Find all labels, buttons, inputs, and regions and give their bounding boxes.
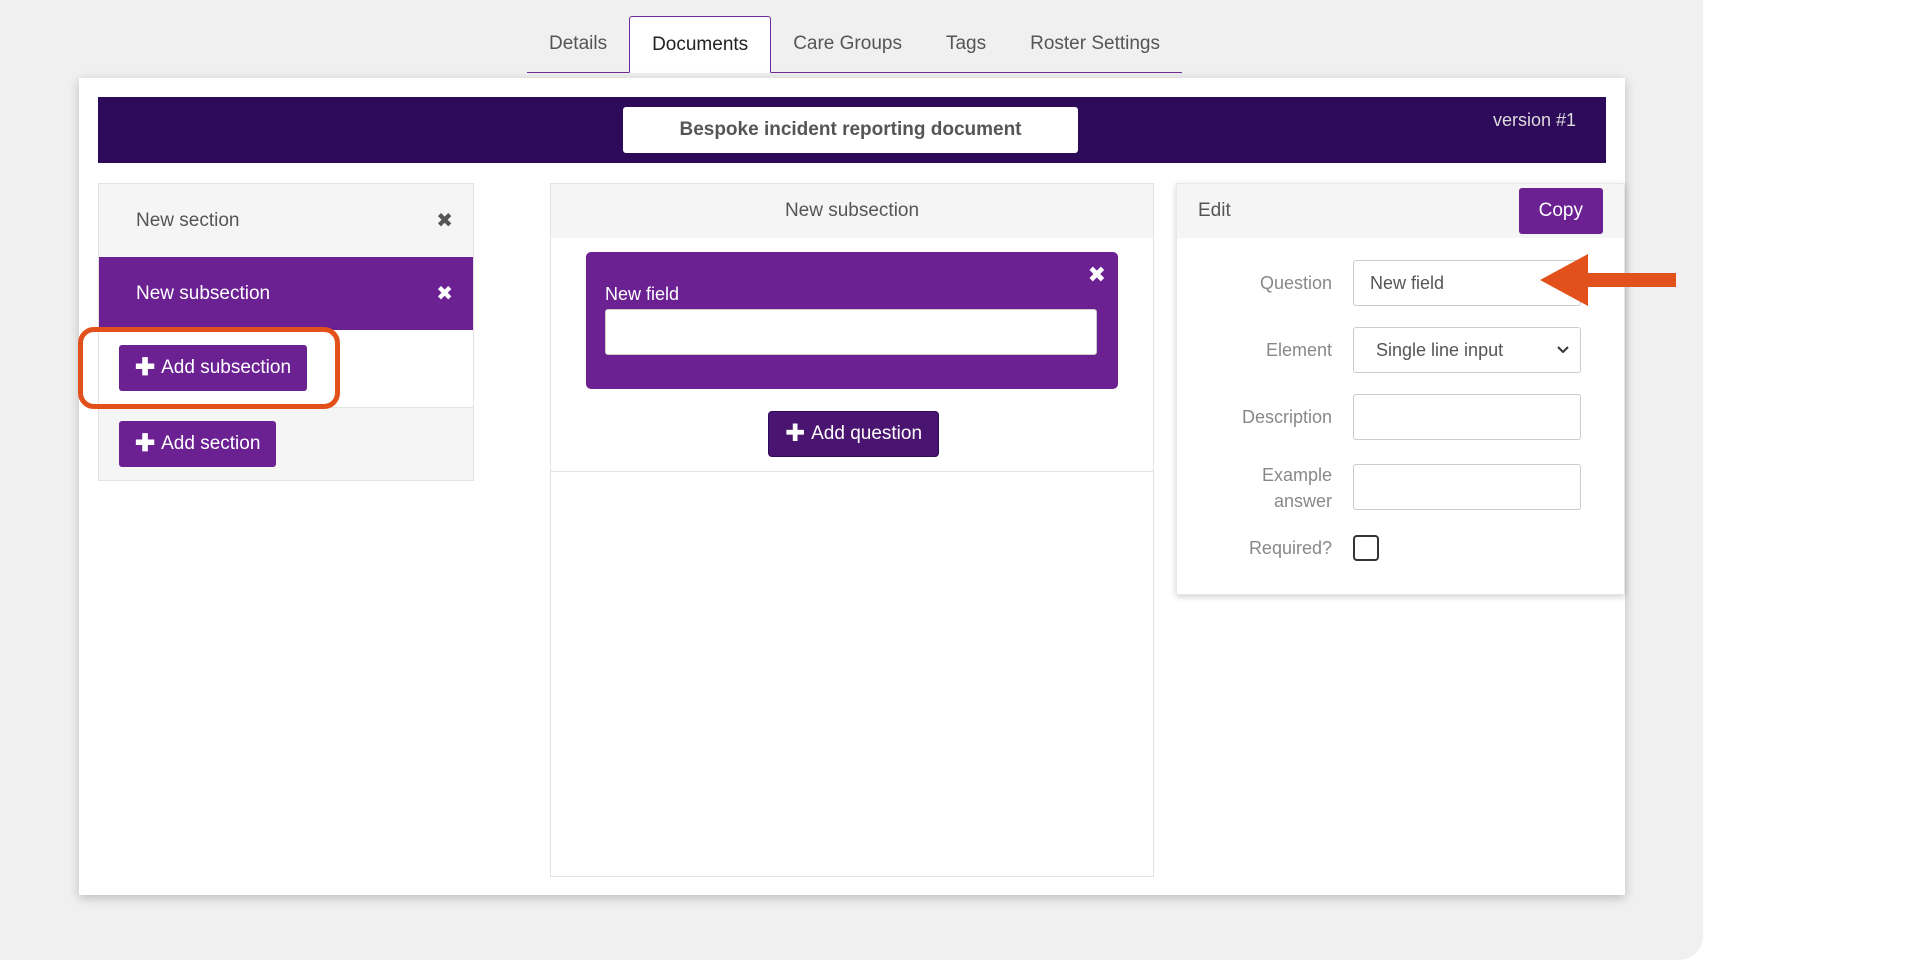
screenshot-background: Details Documents Care Groups Tags Roste…	[0, 0, 1703, 960]
example-answer-input[interactable]	[1353, 464, 1581, 510]
element-select[interactable]: Single line input	[1353, 327, 1581, 373]
element-select-value: Single line input	[1376, 340, 1504, 360]
description-input[interactable]	[1353, 394, 1581, 440]
tab-care-groups[interactable]: Care Groups	[771, 16, 924, 72]
edit-title: Edit	[1198, 200, 1231, 221]
add-section-row: ✚ Add section	[99, 408, 473, 480]
tab-details[interactable]: Details	[527, 16, 629, 72]
remove-section-icon[interactable]: ✖	[436, 208, 453, 233]
element-label: Element	[1265, 340, 1332, 360]
tab-documents[interactable]: Documents	[629, 16, 772, 73]
document-version: version #1	[1492, 110, 1576, 130]
description-label: Description	[1241, 407, 1332, 427]
tab-tags[interactable]: Tags	[924, 16, 1008, 72]
section-item[interactable]: New section ✖	[99, 184, 473, 257]
highlight-box-annotation	[78, 327, 340, 409]
edit-header: Edit Copy	[1177, 184, 1624, 238]
required-checkbox[interactable]	[1353, 535, 1379, 561]
tab-bar: Details Documents Care Groups Tags Roste…	[527, 15, 1183, 73]
document-header: Bespoke incident reporting document vers…	[98, 97, 1606, 163]
field-card[interactable]: New field ✖	[586, 252, 1118, 389]
arrow-left-icon	[1540, 254, 1676, 306]
plus-icon: ✚	[785, 420, 806, 447]
subsection-label: New subsection	[136, 282, 271, 304]
field-preview-input[interactable]	[605, 309, 1097, 355]
plus-icon: ✚	[135, 430, 156, 457]
document-title-input[interactable]: Bespoke incident reporting document	[623, 107, 1078, 153]
example-label-line1: Example	[1261, 465, 1332, 485]
document-editor-panel: Bespoke incident reporting document vers…	[79, 78, 1625, 895]
subsection-fields: New field ✖ ✚ Add question	[551, 238, 1153, 472]
field-label: New field	[605, 284, 680, 304]
add-question-button[interactable]: ✚ Add question	[768, 411, 940, 457]
remove-field-icon[interactable]: ✖	[1088, 262, 1106, 288]
subsection-item-selected[interactable]: New subsection ✖	[99, 257, 473, 330]
example-answer-label: Example answer	[1177, 462, 1332, 514]
tab-roster-settings[interactable]: Roster Settings	[1008, 16, 1182, 72]
chevron-down-icon	[1557, 346, 1569, 354]
example-label-line2: answer	[1273, 491, 1332, 511]
subsection-editor: New subsection New field ✖ ✚ Add questio…	[550, 183, 1154, 877]
required-label: Required?	[1248, 538, 1332, 558]
question-label: Question	[1259, 273, 1332, 293]
add-section-label: Add section	[161, 433, 261, 454]
subsection-title: New subsection	[551, 184, 1153, 238]
copy-button[interactable]: Copy	[1518, 188, 1603, 234]
add-question-label: Add question	[811, 423, 923, 444]
remove-subsection-icon[interactable]: ✖	[436, 281, 453, 306]
section-label: New section	[136, 209, 240, 231]
field-edit-panel: Edit Copy Question New field Element Sin…	[1176, 183, 1625, 595]
add-section-button[interactable]: ✚ Add section	[119, 421, 277, 467]
